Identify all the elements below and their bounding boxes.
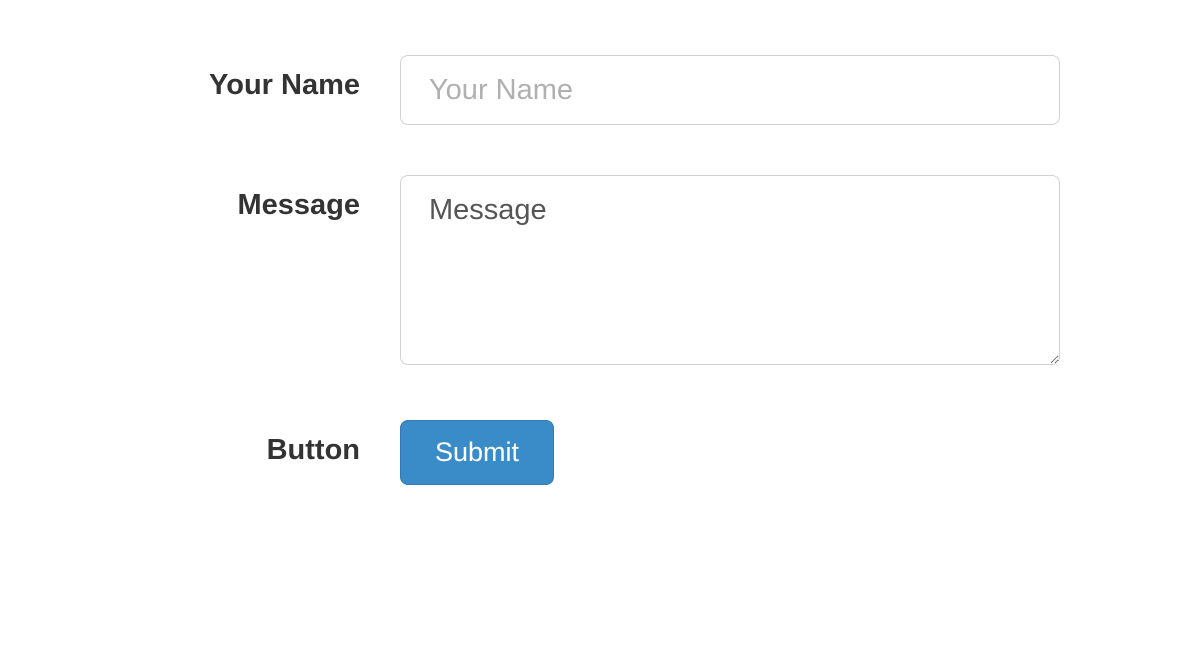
message-input-col: [400, 175, 1060, 370]
message-textarea[interactable]: [400, 175, 1060, 365]
name-row: Your Name: [90, 55, 1110, 125]
button-input-col: Submit: [400, 420, 1060, 485]
submit-button[interactable]: Submit: [400, 420, 554, 485]
message-label: Message: [237, 189, 360, 221]
name-input-col: [400, 55, 1060, 125]
contact-form: Your Name Message Button Submit: [0, 0, 1200, 540]
message-row: Message: [90, 175, 1110, 370]
name-label: Your Name: [209, 69, 360, 101]
button-row: Button Submit: [90, 420, 1110, 485]
message-label-col: Message: [90, 175, 400, 222]
button-label-col: Button: [90, 420, 400, 467]
button-label: Button: [267, 434, 360, 466]
name-input[interactable]: [400, 55, 1060, 125]
name-label-col: Your Name: [90, 55, 400, 102]
